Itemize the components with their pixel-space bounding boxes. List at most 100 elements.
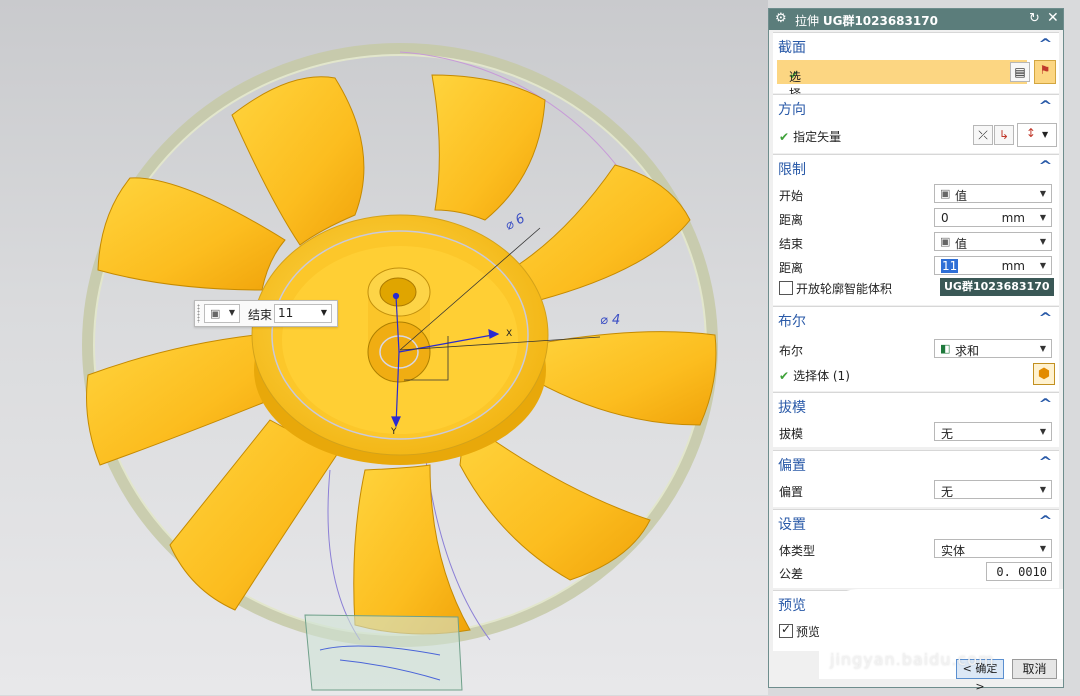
- blade-left: [86, 334, 271, 466]
- gear-icon[interactable]: ⚙: [775, 11, 787, 26]
- limits-header[interactable]: 限制 ^: [773, 155, 1059, 179]
- chevron-down-icon: ▼: [1039, 261, 1046, 270]
- curve-button[interactable]: ⚑: [1034, 60, 1056, 84]
- collapse-icon[interactable]: ^: [1038, 37, 1052, 52]
- x-axis-label: X: [506, 329, 513, 339]
- cube-icon: ▣: [210, 307, 221, 320]
- cancel-button[interactable]: 取消: [1012, 659, 1057, 679]
- dialog-title: 拉伸 UG群1023683170: [795, 14, 938, 28]
- offset-label: 偏置: [779, 485, 804, 499]
- unite-icon: ◧: [940, 342, 951, 355]
- start-type-dropdown[interactable]: ▣ 值 ▼: [934, 184, 1052, 203]
- vector-icon: ↳: [998, 128, 1010, 142]
- collapse-icon[interactable]: ^: [1038, 159, 1052, 174]
- section-header[interactable]: 截面 ^: [773, 33, 1059, 57]
- sketch-section-button[interactable]: ▤: [1010, 62, 1030, 82]
- cube-icon: ▣: [940, 187, 951, 200]
- chevron-down-icon: ▼: [1039, 544, 1046, 553]
- chevron-down-icon: ▼: [1039, 237, 1046, 246]
- preview-plane: [304, 614, 463, 691]
- watermark-text: jingyan.baidu.com: [830, 650, 995, 669]
- open-profile-label: 开放轮廓智能体积: [796, 282, 893, 296]
- chevron-down-icon: ▼: [1041, 130, 1049, 139]
- offset-title: 偏置: [778, 458, 806, 474]
- end-distance-field[interactable]: 11 mm ▼: [934, 256, 1052, 275]
- reverse-direction-button[interactable]: ⤫: [973, 125, 993, 145]
- section-panel: 截面 ^ ✔选择曲线 (2) ▤ ⚑: [773, 32, 1059, 150]
- collapse-icon[interactable]: ^: [1038, 514, 1052, 529]
- curve-icon: ⚑: [1039, 63, 1051, 77]
- blade-top: [431, 74, 546, 221]
- draft-label: 拔模: [779, 427, 804, 441]
- offset-header[interactable]: 偏置 ^: [773, 451, 1059, 475]
- start-label: 开始: [779, 189, 804, 203]
- offset-dropdown[interactable]: 无 ▼: [934, 480, 1052, 499]
- end-type-dropdown[interactable]: ▣ 值 ▼: [934, 232, 1052, 251]
- y-axis-label: Y: [391, 427, 397, 437]
- open-profile-checkbox[interactable]: [779, 281, 793, 295]
- end-label: 结束: [248, 308, 273, 322]
- blade-bottom: [353, 464, 471, 635]
- settings-header[interactable]: 设置 ^: [773, 510, 1059, 534]
- close-icon[interactable]: ✕: [1047, 10, 1059, 26]
- direction-header[interactable]: 方向 ^: [773, 95, 1059, 119]
- chevron-down-icon: ▼: [1039, 189, 1046, 198]
- preview-title: 预览: [778, 598, 806, 614]
- limits-title: 限制: [778, 162, 806, 178]
- chevron-down-icon: ▼: [1039, 485, 1046, 494]
- dialog-title-bar[interactable]: ⚙ 拉伸 UG群1023683170 ↻ ✕: [769, 9, 1063, 30]
- draft-header[interactable]: 拔模 ^: [773, 393, 1059, 417]
- draft-panel: 拔模 ^ 拔模 无 ▼: [773, 392, 1059, 447]
- blade-right: [524, 331, 717, 426]
- direction-panel: 方向 ^ ✔ 指定矢量 ⤫ ↳ ↕ ▼: [773, 94, 1059, 153]
- fan-model[interactable]: [0, 0, 768, 695]
- select-curve-row[interactable]: ✔选择曲线 (2): [777, 60, 1027, 150]
- specify-vector-label: ✔ 指定矢量: [779, 130, 842, 144]
- draft-title: 拔模: [778, 400, 806, 416]
- vector-type-dropdown[interactable]: ↕ ▼: [1017, 123, 1057, 147]
- select-body-label: ✔ 选择体 (1): [779, 369, 850, 383]
- tolerance-input[interactable]: 0. 0010: [986, 562, 1052, 581]
- boolean-header[interactable]: 布尔 ^: [773, 307, 1059, 331]
- graphics-viewport[interactable]: ⌀ 6 ⌀ 4 X Y ▣ ▼ 结束 11 ▼: [0, 0, 768, 695]
- boolean-panel: 布尔 ^ 布尔 ◧ 求和 ▼ ✔ 选择体 (1) ⬢: [773, 306, 1059, 391]
- draft-dropdown[interactable]: 无 ▼: [934, 422, 1052, 441]
- limits-panel: 限制 ^ 开始 ▣ 值 ▼ 距离 0 mm ▼ 结束 ▣ 值 ▼ 距离 11 mm ▼ 开放轮廓…: [773, 154, 1059, 305]
- reset-icon[interactable]: ↻: [1029, 11, 1040, 26]
- collapse-icon[interactable]: ^: [1038, 397, 1052, 412]
- section-title: 截面: [778, 40, 806, 56]
- end-value: 11: [278, 306, 294, 320]
- z-axis-icon: ↕: [1025, 126, 1036, 140]
- body-type-dropdown[interactable]: 实体 ▼: [934, 539, 1052, 558]
- settings-panel: 设置 ^ 体类型 实体 ▼ 公差 0. 0010: [773, 509, 1059, 588]
- on-screen-end-input: ▣ ▼ 结束 11 ▼: [194, 300, 338, 327]
- preview-checkbox[interactable]: [779, 622, 793, 638]
- start-distance-field[interactable]: 0 mm ▼: [934, 208, 1052, 227]
- chevron-down-icon: ▼: [228, 308, 235, 317]
- diameter-dimension-4[interactable]: ⌀ 4: [600, 313, 620, 328]
- chevron-down-icon: ▼: [1039, 213, 1046, 222]
- tolerance-label: 公差: [779, 567, 804, 581]
- collapse-icon[interactable]: ^: [1038, 311, 1052, 326]
- cross-arrows-icon: ⤫: [978, 128, 988, 142]
- settings-title: 设置: [778, 517, 806, 533]
- solid-body-icon: ⬢: [1037, 366, 1051, 382]
- boolean-label: 布尔: [779, 344, 804, 358]
- limit-type-dropdown[interactable]: ▣ ▼: [204, 304, 240, 323]
- preview-label: 预览: [796, 625, 821, 639]
- blade-top-far-left: [97, 177, 286, 291]
- collapse-icon[interactable]: ^: [1038, 455, 1052, 470]
- start-distance-label: 距离: [779, 213, 804, 227]
- chevron-down-icon: ▼: [1039, 427, 1046, 436]
- drag-handle[interactable]: [197, 304, 200, 323]
- direction-title: 方向: [778, 102, 806, 118]
- end-value-dropdown[interactable]: 11 ▼: [274, 304, 332, 323]
- blade-bottom-left: [169, 419, 341, 611]
- chevron-down-icon: ▼: [1039, 344, 1046, 353]
- blade-top-left: [231, 76, 365, 246]
- collapse-icon[interactable]: ^: [1038, 99, 1052, 114]
- vector-dialog-button[interactable]: ↳: [994, 125, 1014, 145]
- boolean-dropdown[interactable]: ◧ 求和 ▼: [934, 339, 1052, 358]
- select-body-button[interactable]: ⬢: [1033, 363, 1055, 385]
- end-label: 结束: [779, 237, 804, 251]
